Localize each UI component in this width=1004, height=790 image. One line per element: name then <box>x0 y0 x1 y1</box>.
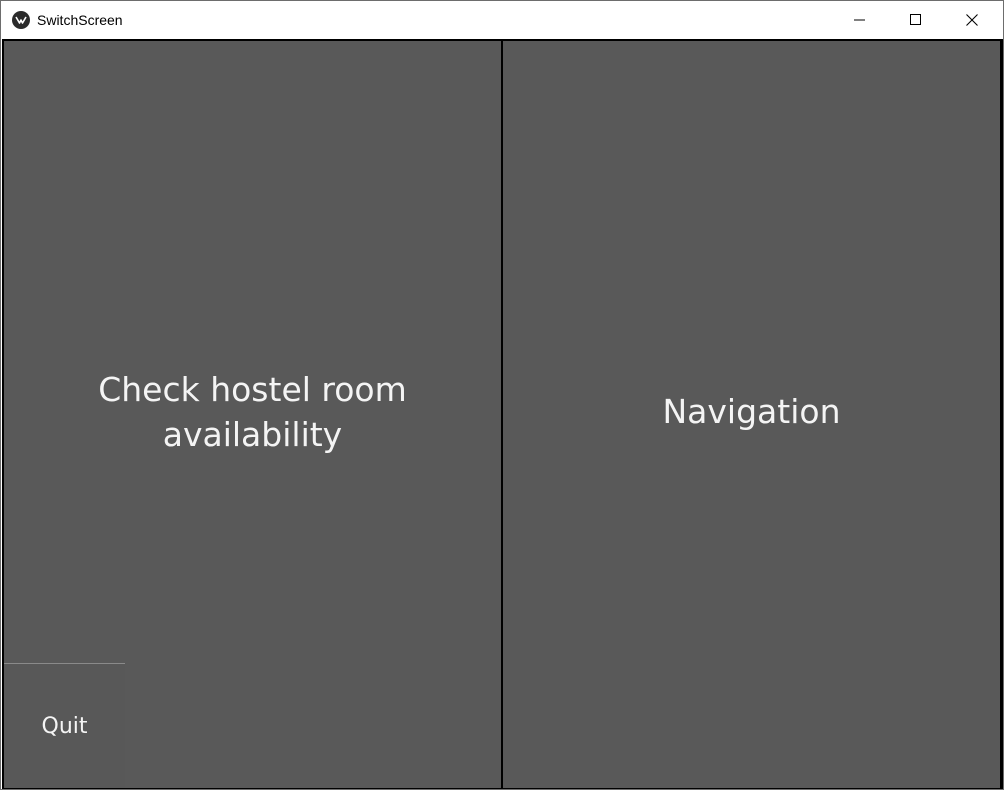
navigation-label: Navigation <box>662 392 841 431</box>
app-window: SwitchScreen Check hostel room availabil… <box>0 0 1004 790</box>
navigation-button[interactable]: Navigation <box>503 41 1000 788</box>
close-icon <box>966 14 978 26</box>
quit-button[interactable]: Quit <box>4 663 125 788</box>
minimize-button[interactable] <box>832 1 888 39</box>
maximize-button[interactable] <box>888 1 944 39</box>
title-bar[interactable]: SwitchScreen <box>1 1 1003 39</box>
kivy-icon <box>12 11 30 29</box>
check-availability-label: Check hostel room availability <box>98 369 407 454</box>
quit-label: Quit <box>41 713 88 739</box>
app-content: Check hostel room availability Navigatio… <box>2 39 1003 789</box>
close-button[interactable] <box>944 1 1000 39</box>
window-title: SwitchScreen <box>37 12 123 28</box>
maximize-icon <box>910 14 921 25</box>
minimize-icon <box>854 19 865 21</box>
